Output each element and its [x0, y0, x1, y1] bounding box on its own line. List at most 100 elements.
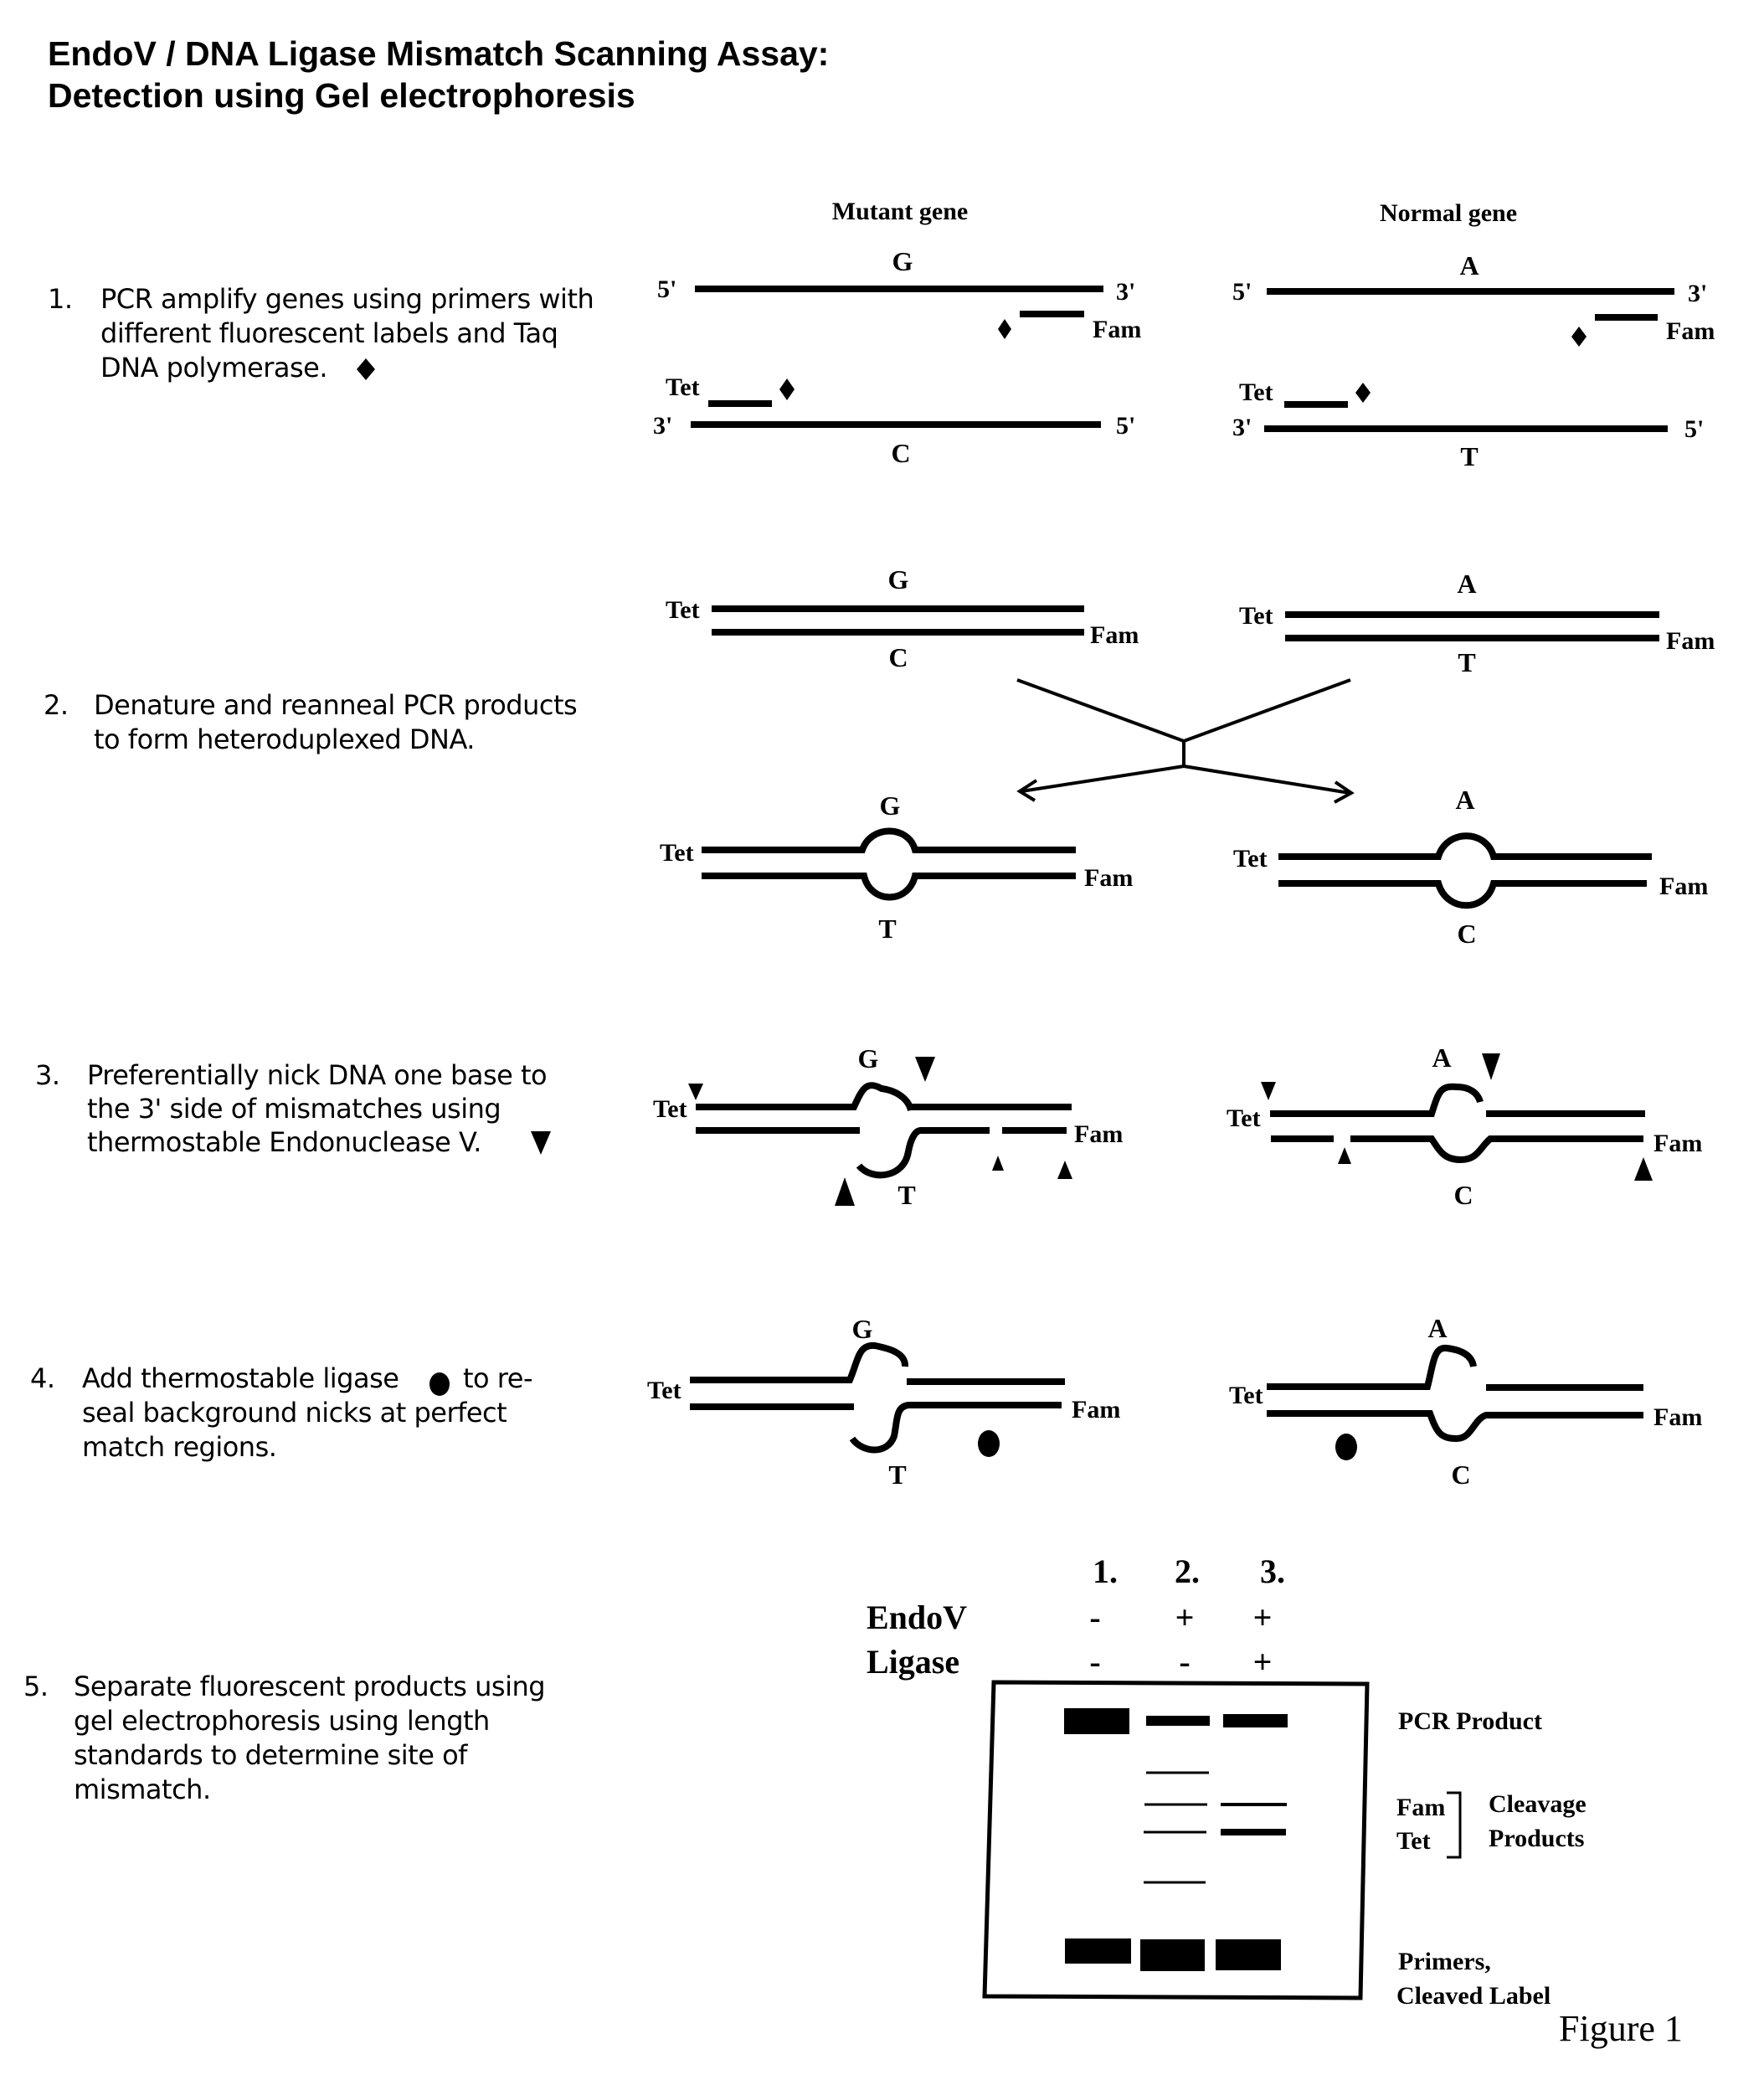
- three-prime-label: 3': [653, 412, 672, 440]
- ligase-lane-1: -: [1089, 1643, 1100, 1681]
- endov-lane-3: +: [1253, 1599, 1273, 1636]
- tet-label: Tet: [1239, 602, 1273, 630]
- step-3-mutant-diagram: G Tet Fam T: [653, 1043, 1123, 1210]
- nick-triangle-icon: [1338, 1147, 1351, 1164]
- nick-triangle-icon: [1634, 1157, 1653, 1181]
- step-line: DNA polymerase.: [100, 352, 327, 384]
- fam-label: Fam: [1072, 1396, 1120, 1424]
- top-strand-nicked-left: [1267, 1344, 1477, 1390]
- tet-label: Tet: [660, 839, 694, 867]
- fam-label: Fam: [1666, 627, 1715, 655]
- base-label: A: [1427, 1313, 1447, 1343]
- arrow-right: [1183, 765, 1350, 795]
- five-prime-label: 5': [1684, 415, 1704, 443]
- step-2-mutant-heteroduplex: G Tet Fam T: [660, 790, 1133, 944]
- nick-triangle-icon: [1482, 1053, 1500, 1080]
- step-line: match regions.: [82, 1431, 276, 1463]
- step-line: Preferentially nick DNA one base to: [87, 1059, 547, 1091]
- base-label: T: [897, 1180, 915, 1210]
- step-2-normal-duplex: A Tet Fam T: [1239, 569, 1715, 677]
- ligase-lane-2: -: [1179, 1643, 1190, 1681]
- endov-lane-2: +: [1175, 1599, 1195, 1636]
- top-strand-nicked-left: [1270, 1083, 1484, 1117]
- step-line: thermostable Endonuclease V.: [87, 1126, 481, 1158]
- base-label: C: [1453, 1180, 1473, 1210]
- step-line: seal background nicks at perfect: [82, 1397, 507, 1429]
- base-label: A: [1459, 250, 1479, 281]
- top-strand-nicked-left: [690, 1341, 908, 1383]
- gel-box: [982, 1680, 1370, 2000]
- step-line: mismatch.: [74, 1774, 211, 1805]
- base-label: G: [880, 790, 901, 821]
- nick-triangle-icon: [688, 1084, 703, 1100]
- bottom-strand-nicked: [856, 1127, 990, 1179]
- band-lane-3-tet: [1221, 1829, 1286, 1835]
- primers-label-line-2: Cleaved Label: [1396, 1982, 1551, 2010]
- nick-triangle-icon: [1057, 1161, 1072, 1179]
- base-label: C: [888, 642, 908, 672]
- band-lane-3-pcr-product: [1223, 1714, 1288, 1727]
- nick-triangle-icon: [915, 1057, 935, 1082]
- base-label: T: [878, 914, 896, 944]
- step-1-normal-diagram: A 5' 3' Fam Tet 3' 5' T: [1232, 250, 1715, 471]
- step-line-suffix: to re-: [463, 1362, 532, 1394]
- assay-figure: EndoV / DNA Ligase Mismatch Scanning Ass…: [23, 34, 1715, 2049]
- tet-label: Tet: [1233, 845, 1268, 873]
- nick-triangle-icon: [835, 1177, 855, 1206]
- primer-diamond-icon: [1355, 383, 1371, 403]
- primers-label-line-1: Primers,: [1398, 1948, 1491, 1975]
- step-line: the 3' side of mismatches using: [87, 1093, 501, 1125]
- bottom-strand-nicked: [849, 1402, 1062, 1454]
- step-2-text: 2. Denature and reanneal PCR products to…: [44, 689, 578, 755]
- three-prime-label: 3': [1688, 280, 1707, 307]
- base-label: G: [892, 246, 913, 276]
- five-prime-label: 5': [1116, 412, 1135, 440]
- step-1-text: 1. PCR amplify genes using primers with …: [48, 283, 594, 384]
- bottom-strand-bubble: [702, 873, 1076, 901]
- step-line: PCR amplify genes using primers with: [100, 283, 594, 315]
- step-5-text: 5. Separate fluorescent products using g…: [23, 1671, 546, 1805]
- ligase-lane-3: +: [1253, 1643, 1273, 1681]
- five-prime-label: 5': [1232, 278, 1252, 306]
- step-3-text: 3. Preferentially nick DNA one base to t…: [35, 1059, 551, 1158]
- fam-label: Fam: [1093, 316, 1141, 343]
- tet-label: Tet: [1227, 1104, 1261, 1132]
- step-line: to form heteroduplexed DNA.: [94, 723, 475, 755]
- primer-diamond-icon: [998, 319, 1011, 339]
- fam-label: Fam: [1653, 1403, 1702, 1431]
- figure-label: Figure 1: [1559, 2008, 1683, 2049]
- step-number: 2.: [44, 689, 69, 721]
- base-label: A: [1432, 1043, 1451, 1073]
- base-label: T: [888, 1460, 906, 1490]
- ligase-dot-icon: [978, 1430, 1000, 1457]
- step-number: 4.: [30, 1362, 55, 1394]
- endov-row-label: EndoV: [867, 1599, 967, 1636]
- pcr-product-label: PCR Product: [1398, 1707, 1542, 1735]
- converging-lines: [1016, 678, 1351, 744]
- reanneal-arrows: [1016, 678, 1355, 804]
- step-line: Separate fluorescent products using: [74, 1671, 545, 1702]
- fam-label: Fam: [1074, 1120, 1123, 1148]
- lane-number: 1.: [1093, 1552, 1118, 1590]
- base-label: C: [891, 438, 910, 468]
- band-lane-3-primers: [1216, 1939, 1281, 1970]
- tet-label: Tet: [647, 1377, 681, 1404]
- fam-label: Fam: [1666, 317, 1715, 345]
- normal-gene-header: Normal gene: [1380, 199, 1517, 227]
- tet-label: Tet: [666, 596, 700, 624]
- step-line: Denature and reanneal PCR products: [94, 689, 577, 721]
- base-label: T: [1458, 647, 1475, 677]
- base-label: C: [1457, 919, 1476, 949]
- step-1-mutant-diagram: G 5' 3' Fam Tet 3' 5' C: [653, 246, 1141, 468]
- band-lane-1-primers: [1065, 1938, 1131, 1964]
- fam-label: Fam: [1084, 864, 1133, 892]
- primer-diamond-icon: [779, 378, 795, 400]
- ligase-dot-icon: [1335, 1434, 1357, 1460]
- endov-lane-1: -: [1089, 1599, 1100, 1636]
- band-lane-1-pcr-product: [1064, 1708, 1129, 1734]
- bottom-strand-bubble: [1350, 1135, 1643, 1164]
- fam-label: Fam: [1659, 873, 1708, 900]
- lane-number: 3.: [1260, 1552, 1285, 1590]
- polymerase-diamond-icon: [357, 358, 375, 380]
- gel-conditions-table: 1. 2. 3. EndoV - + + Ligase - - +: [867, 1552, 1285, 1681]
